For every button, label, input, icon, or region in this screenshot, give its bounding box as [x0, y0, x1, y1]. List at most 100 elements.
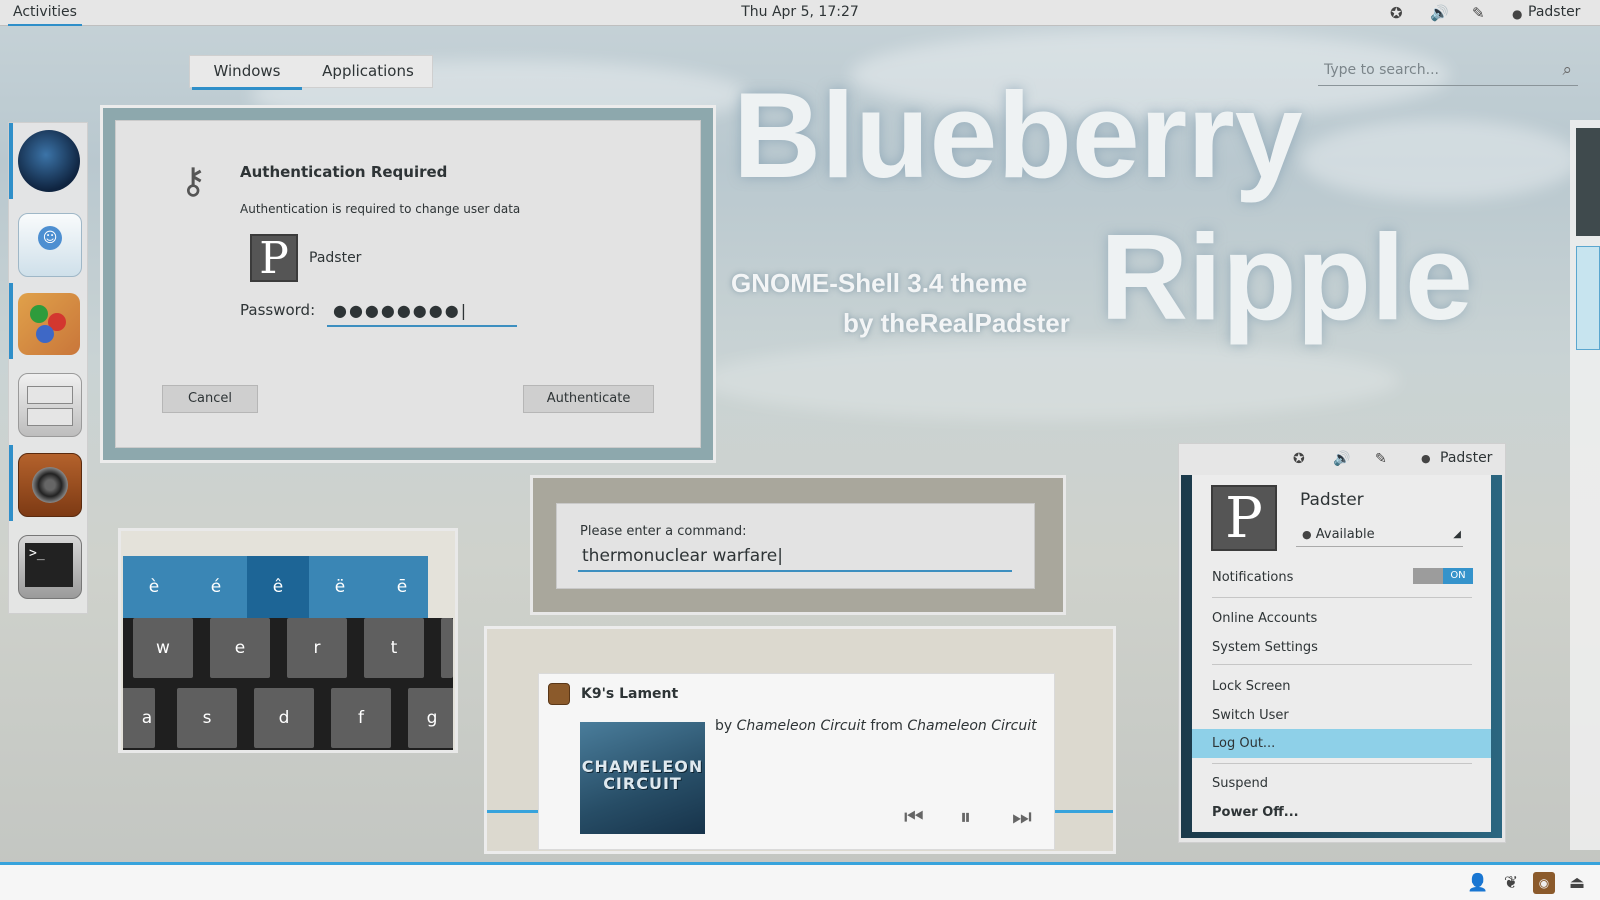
menu-item-online-accounts[interactable]: Online Accounts [1212, 611, 1317, 626]
terminal-icon[interactable]: >_ [18, 535, 82, 599]
dash: ☺ >_ [8, 122, 88, 614]
previous-icon[interactable]: ⏮ [904, 805, 924, 830]
auth-title: Authentication Required [240, 163, 448, 181]
empathy-icon[interactable]: ❦ [1500, 872, 1522, 894]
auth-user-name: Padster [309, 250, 362, 266]
key[interactable]: r [287, 618, 347, 678]
network-icon[interactable]: ✎ [1472, 4, 1485, 22]
paint-icon[interactable] [18, 293, 80, 355]
separator [1212, 664, 1472, 665]
speaker-icon[interactable] [18, 453, 82, 517]
activities-button[interactable]: Activities [8, 0, 82, 26]
tab-windows[interactable]: Windows [192, 56, 302, 90]
file-cabinet-icon[interactable] [18, 373, 82, 437]
user-name: Padster [1300, 490, 1364, 510]
network-icon[interactable]: ✎ [1375, 451, 1387, 467]
empathy-chat-icon[interactable]: ☺ [18, 213, 82, 277]
menu-item-lock-screen[interactable]: Lock Screen [1212, 679, 1290, 694]
accent-key[interactable]: é [185, 556, 247, 618]
separator [1212, 763, 1472, 764]
accent-key[interactable]: ë [309, 556, 371, 618]
user-menu-button[interactable]: Padster [1440, 450, 1492, 466]
pause-icon[interactable]: ⏸ [960, 805, 971, 830]
key[interactable]: g [408, 688, 453, 748]
key[interactable]: d [254, 688, 314, 748]
menu-item-system-settings[interactable]: System Settings [1212, 640, 1318, 655]
toggle-state: ON [1443, 568, 1473, 584]
chevron-down-icon: ◢ [1453, 529, 1461, 540]
notifications-toggle[interactable]: ON [1413, 568, 1473, 584]
album-name: Chameleon Circuit [907, 718, 1037, 734]
key-label: a [141, 708, 153, 728]
chat-status-icon: ● [1421, 452, 1431, 465]
accessibility-icon[interactable]: ✪ [1293, 451, 1305, 467]
chat-status-icon: ● [1512, 7, 1523, 21]
auth-message: Authentication is required to change use… [240, 202, 521, 216]
subtitle-2: by theRealPadster [843, 308, 1070, 338]
album-art-text-2: CIRCUIT [603, 774, 682, 793]
volume-icon[interactable]: 🔊 [1430, 4, 1449, 22]
track-info: by Chameleon Circuit from Chameleon Circ… [715, 718, 1037, 734]
search-placeholder: Type to search... [1324, 62, 1439, 78]
clock[interactable]: Thu Apr 5, 17:27 [700, 0, 900, 24]
authenticate-button[interactable]: Authenticate [523, 385, 654, 413]
next-icon[interactable]: ⏭ [1012, 805, 1032, 830]
cancel-button[interactable]: Cancel [162, 385, 258, 413]
tab-applications[interactable]: Applications [304, 56, 432, 87]
chat-status-icon: ● [1302, 528, 1312, 541]
avatar: P [1211, 485, 1277, 551]
search-icon: ⌕ [1562, 60, 1572, 80]
key-icon: ⚷ [180, 161, 207, 202]
accent-key[interactable]: ē [371, 556, 433, 618]
accessibility-icon[interactable]: ✪ [1390, 4, 1403, 22]
view-selector: Windows Applications [189, 55, 433, 90]
run-prompt-label: Please enter a command: [580, 524, 747, 539]
music-app-icon[interactable]: ◉ [1533, 872, 1555, 894]
key[interactable]: s [177, 688, 237, 748]
running-indicator [9, 283, 13, 359]
command-input[interactable]: thermonuclear warfare| [578, 542, 1012, 572]
album-art: CHAMELEON CIRCUIT [580, 722, 705, 834]
web-browser-icon[interactable] [18, 130, 80, 192]
keyboard: w e r t a s d f g [123, 618, 453, 750]
workspace-thumbnail[interactable] [1576, 128, 1600, 236]
key[interactable]: e [210, 618, 270, 678]
track-title: K9's Lament [581, 686, 679, 702]
menu-item-log-out[interactable]: Log Out... [1212, 736, 1275, 751]
key[interactable]: w [133, 618, 193, 678]
title-line-2: Ripple [1100, 209, 1473, 345]
status-label: Available [1315, 527, 1375, 542]
subtitle-1: GNOME-Shell 3.4 theme [731, 268, 1028, 298]
separator [1212, 597, 1472, 598]
key[interactable]: a [123, 688, 155, 748]
title-line-1: Blueberry [733, 67, 1303, 203]
menu-item-suspend[interactable]: Suspend [1212, 776, 1268, 791]
accent-popup: è é ê ë ē [123, 556, 428, 618]
accent-key[interactable]: è [123, 556, 185, 618]
artist-name: Chameleon Circuit [736, 718, 866, 734]
search-input[interactable]: Type to search... ⌕ [1318, 58, 1578, 86]
eject-icon[interactable]: ⏏ [1566, 872, 1588, 894]
menu-item-power-off[interactable]: Power Off... [1212, 805, 1299, 820]
user-menu-button[interactable]: Padster [1528, 0, 1580, 24]
key[interactable]: t [364, 618, 424, 678]
user-icon[interactable]: 👤 [1467, 872, 1489, 894]
album-art-text-1: CHAMELEON [581, 757, 704, 776]
key[interactable] [441, 618, 453, 678]
by-prefix: by [715, 718, 733, 734]
menu-item-switch-user[interactable]: Switch User [1212, 708, 1289, 723]
from-label: from [870, 718, 903, 734]
key[interactable]: f [331, 688, 391, 748]
password-field[interactable]: ●●●●●●●●| [327, 297, 517, 327]
status-selector[interactable]: ● Available ◢ [1296, 523, 1463, 547]
password-label: Password: [240, 301, 316, 319]
avatar: P [250, 234, 298, 282]
music-app-icon [548, 683, 570, 705]
workspace-thumbnail[interactable] [1576, 246, 1600, 350]
message-tray [0, 862, 1600, 900]
key-label: g [426, 708, 438, 728]
running-indicator [9, 445, 13, 521]
notifications-label: Notifications [1212, 570, 1294, 585]
accent-key[interactable]: ê [247, 556, 309, 618]
volume-icon[interactable]: 🔊 [1333, 451, 1350, 467]
